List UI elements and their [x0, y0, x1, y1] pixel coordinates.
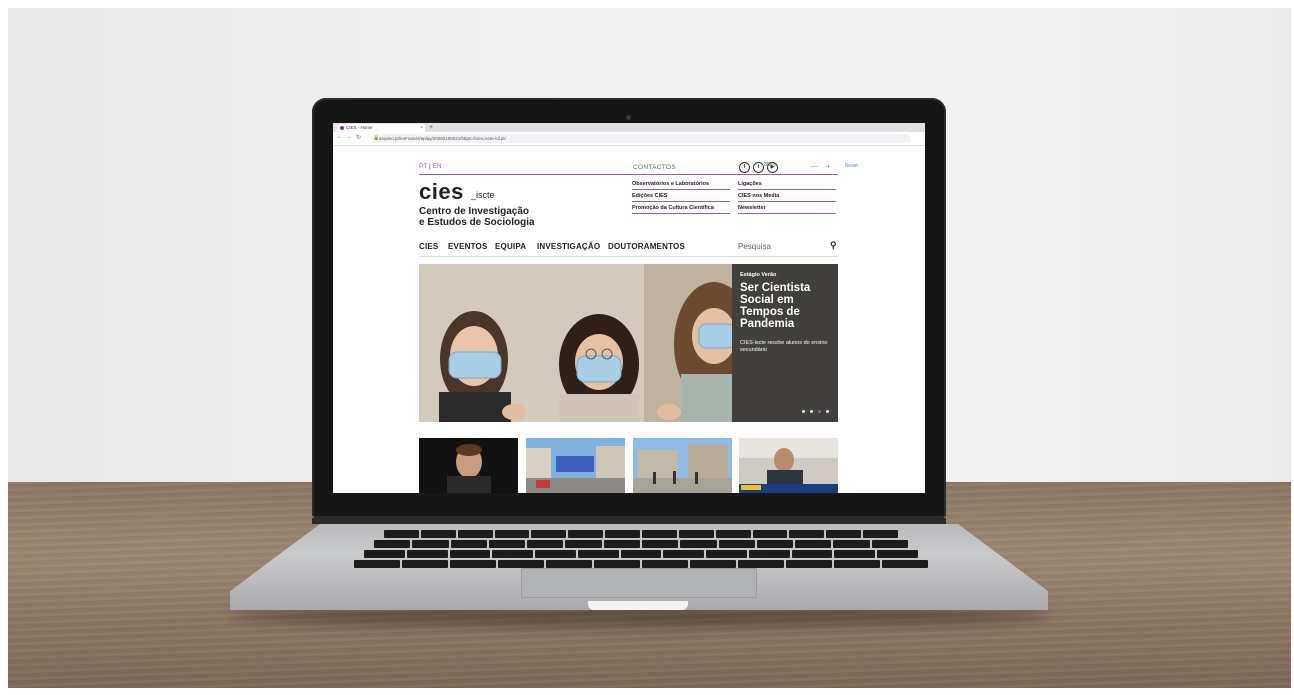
accessibility-percent: % [771, 162, 776, 168]
zoom-controls: — + Reset [810, 158, 925, 174]
link-ligacoes[interactable]: Ligações [738, 181, 836, 190]
hero-caption-panel: Estágio Verão Ser Cientista Social em Te… [732, 264, 838, 422]
laptop-screen: CIES - Home × + ← → ↻ 🔒 arquivo.pt/noFra… [333, 123, 925, 493]
url-text: arquivo.pt/noFrame/replay/20092100021/ht… [379, 136, 506, 141]
top-divider [419, 174, 838, 175]
zoom-in-button[interactable]: + [826, 162, 831, 171]
news-thumbnails [419, 438, 838, 493]
iscte-logo-suffix: _iscte [471, 190, 495, 200]
facebook-icon[interactable]: f [739, 162, 750, 173]
organization-name: Centro de Investigação e Estudos de Soci… [419, 206, 535, 228]
browser-toolbar: ← → ↻ 🔒 arquivo.pt/noFrame/replay/200921… [333, 132, 925, 146]
link-edicoes[interactable]: Edições CIES [632, 193, 730, 202]
cies-logo[interactable]: cies [419, 180, 464, 204]
lock-icon: 🔒 [373, 135, 380, 141]
nav-doutoramentos[interactable]: DOUTORAMENTOS [608, 242, 685, 251]
hero-title[interactable]: Ser Cientista Social em Tempos de Pandem… [740, 282, 835, 330]
org-name-line2: e Estudos de Sociologia [419, 217, 535, 228]
link-newsletter[interactable]: Newsletter [738, 205, 836, 214]
news-thumb-2[interactable] [526, 438, 625, 493]
hero-description: CIES-iscte recebe alunos do ensino secun… [740, 340, 828, 353]
favicon-icon [340, 126, 344, 130]
nav-equipa[interactable]: EQUIPA [495, 242, 526, 251]
hero-photo [419, 264, 732, 422]
webpage: PT | EN CONTACTOS f t ▶ 3D% — + Reset ci… [333, 146, 925, 493]
carousel-dots [802, 410, 829, 413]
trackpad [521, 568, 757, 598]
main-navigation: CIES EVENTOS EQUIPA INVESTIGAÇÃO DOUTORA… [419, 240, 838, 257]
link-observatorios[interactable]: Observatórios e Laboratórios [632, 181, 730, 190]
browser-tab[interactable]: CIES - Home × [337, 124, 425, 132]
nav-investigacao[interactable]: INVESTIGAÇÃO [537, 242, 600, 251]
org-name-line1: Centro de Investigação [419, 206, 530, 217]
tab-title: CIES - Home [346, 125, 373, 130]
browser-tabbar: CIES - Home × + [333, 123, 925, 132]
nav-cies[interactable]: CIES [419, 242, 438, 251]
lid-notch [588, 601, 688, 610]
news-thumb-1[interactable] [419, 438, 518, 493]
search-input[interactable]: Pesquisa [738, 242, 771, 251]
carousel-dot[interactable] [802, 410, 805, 413]
link-media[interactable]: CIES nos Media [738, 193, 836, 202]
tab-close-icon[interactable]: × [420, 124, 423, 132]
carousel-dot[interactable] [826, 410, 829, 413]
news-thumb-3[interactable] [633, 438, 732, 493]
accessibility-label: 3D [764, 162, 772, 168]
language-switcher: PT | EN [419, 163, 442, 170]
news-thumb-4[interactable] [739, 438, 838, 493]
webcam-icon [626, 115, 631, 120]
address-bar[interactable]: 🔒 arquivo.pt/noFrame/replay/20092100021/… [371, 134, 911, 143]
lang-en-link[interactable]: EN [433, 163, 442, 170]
link-promocao[interactable]: Promoção da Cultura Científica [632, 205, 730, 214]
lang-pt-link[interactable]: PT [419, 163, 427, 170]
laptop-hinge [312, 518, 946, 524]
contactos-link[interactable]: CONTACTOS [633, 164, 676, 171]
zoom-out-button[interactable]: — [810, 162, 818, 171]
reload-icon[interactable]: ↻ [356, 134, 361, 141]
back-icon[interactable]: ← [337, 134, 343, 140]
hero-carousel[interactable]: Estágio Verão Ser Cientista Social em Te… [419, 264, 838, 422]
nav-eventos[interactable]: EVENTOS [448, 242, 488, 251]
carousel-dot-active[interactable] [818, 410, 821, 413]
hero-kicker: Estágio Verão [740, 272, 777, 278]
reset-button[interactable]: Reset [845, 163, 858, 169]
search-icon[interactable]: ⚲ [830, 240, 837, 251]
twitter-icon[interactable]: t [753, 162, 764, 173]
new-tab-button[interactable]: + [429, 123, 433, 132]
accessibility-widget[interactable]: 3D% [764, 162, 776, 168]
carousel-dot[interactable] [810, 410, 813, 413]
forward-icon[interactable]: → [346, 134, 352, 140]
